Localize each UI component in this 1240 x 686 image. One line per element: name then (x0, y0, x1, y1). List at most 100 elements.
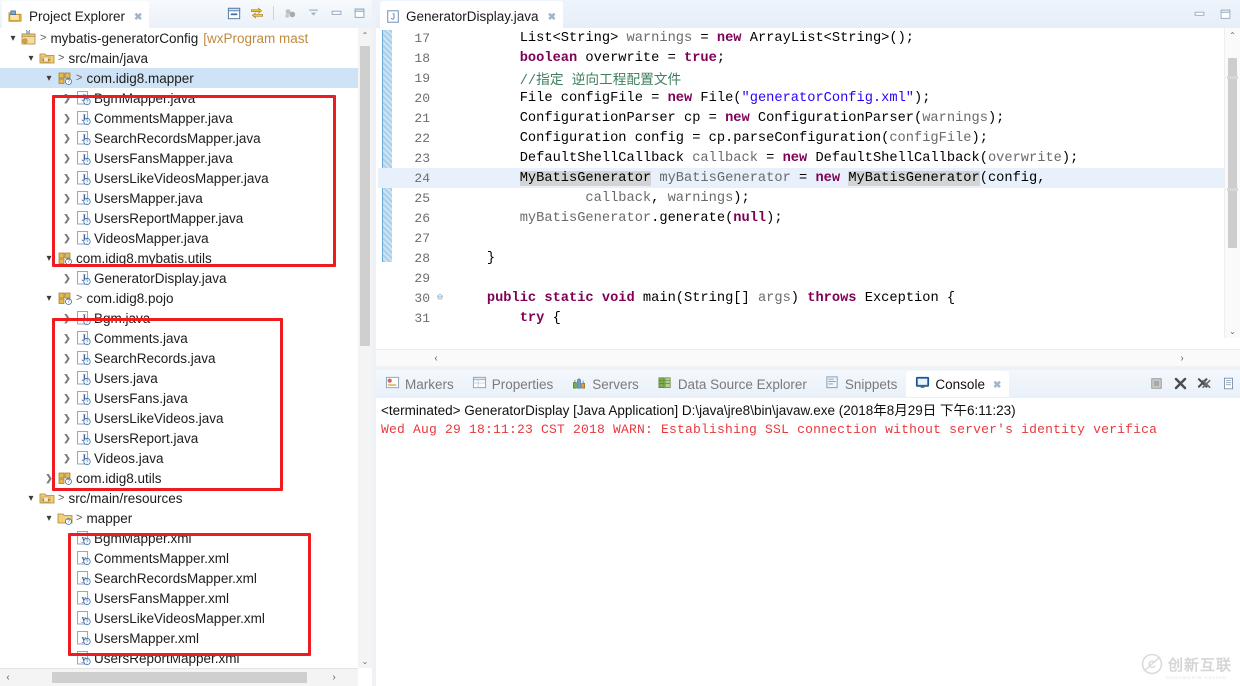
code-line[interactable]: 18 boolean overwrite = true; (378, 48, 1240, 68)
chevron-down-icon[interactable] (42, 68, 56, 88)
remove-all-terminated-icon[interactable] (1195, 374, 1213, 392)
chevron-right-icon[interactable] (42, 468, 56, 488)
tree-item[interactable]: J?SearchRecordsMapper.java (0, 128, 358, 148)
close-icon[interactable] (134, 9, 141, 23)
tree-item[interactable]: y? CommentsMapper.xml (0, 548, 358, 568)
tree-item[interactable]: J?VideosMapper.java (0, 228, 358, 248)
scroll-down-arrow[interactable]: ⌄ (1225, 324, 1240, 338)
tree-item[interactable]: >src/main/java (0, 48, 358, 68)
chevron-right-icon[interactable] (60, 188, 74, 208)
tree-item[interactable]: ? >mapper (0, 508, 358, 528)
chevron-right-icon[interactable] (60, 408, 74, 428)
view-menu-icon[interactable] (304, 4, 322, 22)
chevron-right-icon[interactable] (60, 308, 74, 328)
console-output[interactable]: <terminated> GeneratorDisplay [Java Appl… (376, 398, 1240, 686)
console-tab-servers[interactable]: Servers (562, 371, 648, 397)
scrollbar-thumb-h[interactable] (52, 672, 307, 683)
chevron-right-icon[interactable] (60, 148, 74, 168)
chevron-right-icon[interactable] (60, 428, 74, 448)
tree-item[interactable]: J?BgmMapper.java (0, 88, 358, 108)
chevron-right-icon[interactable] (60, 168, 74, 188)
fold-collapse-icon[interactable]: ⊖ (434, 292, 446, 304)
code-line[interactable]: 28 } (378, 248, 1240, 268)
tree-item[interactable]: J?Bgm.java (0, 308, 358, 328)
code-line[interactable]: 27 (378, 228, 1240, 248)
tree-item[interactable]: J?SearchRecords.java (0, 348, 358, 368)
chevron-right-icon[interactable] (60, 328, 74, 348)
terminate-icon[interactable] (1147, 374, 1165, 392)
chevron-down-icon[interactable] (6, 28, 20, 48)
focus-on-active-task-icon[interactable] (281, 4, 299, 22)
tree-item[interactable]: y? BgmMapper.xml (0, 528, 358, 548)
clear-console-icon[interactable] (1219, 374, 1237, 392)
code-line[interactable]: 31 try { (378, 308, 1240, 328)
chevron-right-icon[interactable] (60, 368, 74, 388)
code-line[interactable]: 23 DefaultShellCallback callback = new D… (378, 148, 1240, 168)
tree-item[interactable]: ? com.idig8.utils (0, 468, 358, 488)
scroll-right-arrow[interactable]: › (1174, 350, 1190, 366)
tree-item[interactable]: y? UsersMapper.xml (0, 628, 358, 648)
tree-item[interactable]: ? com.idig8.mybatis.utils (0, 248, 358, 268)
tab-generator-display[interactable]: J GeneratorDisplay.java (380, 1, 563, 29)
chevron-right-icon[interactable] (60, 108, 74, 128)
tree-item[interactable]: J?UsersFans.java (0, 388, 358, 408)
editor-horizontal-scrollbar[interactable]: ‹ › (376, 349, 1240, 366)
tree-item[interactable]: J?UsersReport.java (0, 428, 358, 448)
tree-item[interactable]: J?GeneratorDisplay.java (0, 268, 358, 288)
chevron-right-icon[interactable] (60, 208, 74, 228)
chevron-right-icon[interactable] (60, 88, 74, 108)
explorer-vertical-scrollbar[interactable]: ⌃ ⌄ (358, 28, 372, 668)
chevron-down-icon[interactable] (24, 488, 38, 508)
code-line[interactable]: 24 MyBatisGenerator myBatisGenerator = n… (378, 168, 1240, 188)
remove-launch-icon[interactable] (1171, 374, 1189, 392)
console-tab-markers[interactable]: Markers (376, 371, 463, 397)
collapse-all-icon[interactable] (225, 4, 243, 22)
chevron-right-icon[interactable] (60, 388, 74, 408)
code-line[interactable]: 19 //指定 逆向工程配置文件 (378, 68, 1240, 89)
chevron-right-icon[interactable] (60, 348, 74, 368)
chevron-down-icon[interactable] (42, 248, 56, 268)
console-tab-console[interactable]: Console (906, 371, 1010, 397)
scroll-up-arrow[interactable]: ⌃ (358, 28, 372, 42)
tree-item[interactable]: y? SearchRecordsMapper.xml (0, 568, 358, 588)
tree-item[interactable]: ? >com.idig8.pojo (0, 288, 358, 308)
maximize-icon[interactable] (350, 4, 368, 22)
close-icon[interactable] (548, 9, 555, 23)
code-line[interactable]: 21 ConfigurationParser cp = new Configur… (378, 108, 1240, 128)
tree-item[interactable]: >src/main/resources (0, 488, 358, 508)
tree-item[interactable]: J?UsersLikeVideos.java (0, 408, 358, 428)
code-line[interactable]: 29 (378, 268, 1240, 288)
tree-item[interactable]: J?UsersLikeVideosMapper.java (0, 168, 358, 188)
scroll-up-arrow[interactable]: ⌃ (1225, 28, 1240, 42)
code-line[interactable]: 25 callback, warnings); (378, 188, 1240, 208)
chevron-right-icon[interactable] (60, 128, 74, 148)
explorer-horizontal-scrollbar[interactable]: ‹ › (0, 668, 358, 686)
console-tab-properties[interactable]: Properties (463, 371, 563, 397)
code-line[interactable]: 20 File configFile = new File("generator… (378, 88, 1240, 108)
chevron-right-icon[interactable] (60, 448, 74, 468)
tree-item[interactable]: J?UsersMapper.java (0, 188, 358, 208)
tree-item[interactable]: y? UsersFansMapper.xml (0, 588, 358, 608)
code-line[interactable]: 22 Configuration config = cp.parseConfig… (378, 128, 1240, 148)
scrollbar-thumb[interactable] (1228, 58, 1237, 248)
tree-item[interactable]: y? UsersLikeVideosMapper.xml (0, 608, 358, 628)
scroll-left-arrow[interactable]: ‹ (0, 669, 16, 686)
tree-item[interactable]: J?UsersFansMapper.java (0, 148, 358, 168)
maximize-icon[interactable] (1216, 5, 1234, 23)
tree-item[interactable]: J?Comments.java (0, 328, 358, 348)
minimize-icon[interactable] (1190, 5, 1208, 23)
chevron-down-icon[interactable] (24, 48, 38, 68)
tree-item[interactable]: J?Users.java (0, 368, 358, 388)
tree-item[interactable]: J?UsersReportMapper.java (0, 208, 358, 228)
tree-item[interactable]: y? UsersReportMapper.xml (0, 648, 358, 668)
tree-item[interactable]: M!>mybatis-generatorConfig[wxProgram mas… (0, 28, 358, 48)
editor-vertical-scrollbar[interactable]: ⌃ ⌄ (1224, 28, 1240, 338)
chevron-down-icon[interactable] (42, 508, 56, 528)
code-text-area[interactable]: 17 List<String> warnings = new ArrayList… (378, 28, 1240, 338)
code-line[interactable]: 30 ⊖ public static void main(String[] arg… (378, 288, 1240, 308)
minimize-icon[interactable] (327, 4, 345, 22)
scroll-down-arrow[interactable]: ⌄ (358, 654, 372, 668)
scroll-right-arrow[interactable]: › (326, 669, 342, 686)
tree-item[interactable]: J?Videos.java (0, 448, 358, 468)
console-tab-snippets[interactable]: Snippets (816, 371, 907, 397)
